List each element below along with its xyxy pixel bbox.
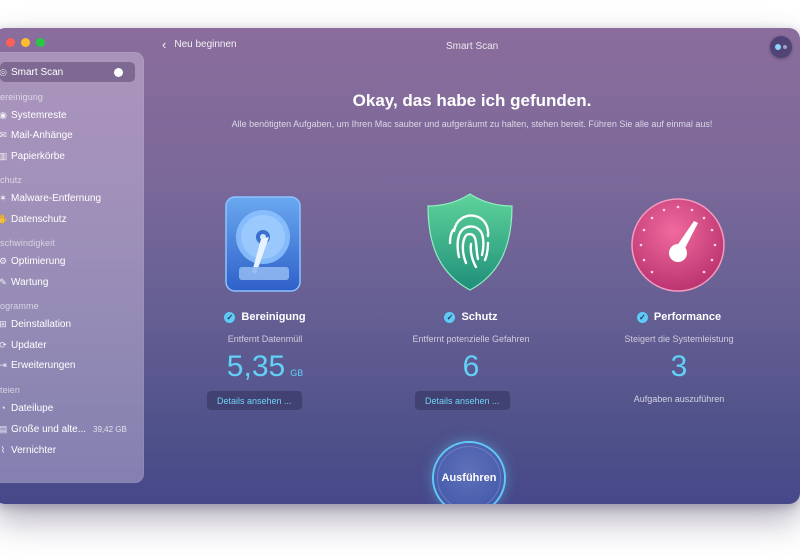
sidebar-item-deinstallation[interactable]: ⊞ Deinstallation bbox=[0, 314, 140, 334]
shield-fingerprint-icon bbox=[427, 193, 513, 291]
close-window-button[interactable] bbox=[6, 38, 15, 47]
sidebar-item-malware[interactable]: ✶ Malware-Entfernung bbox=[0, 188, 140, 208]
optimization-icon: ⚙ bbox=[0, 255, 8, 266]
sidebar-section-cleanup: ereinigung bbox=[0, 92, 44, 102]
sidebar-item-label: Mail-Anhänge bbox=[11, 129, 73, 141]
maintenance-icon: ✎ bbox=[0, 276, 7, 287]
card-value-unit: GB bbox=[290, 368, 304, 378]
hard-drive-icon bbox=[225, 196, 301, 292]
sidebar-item-erweiterungen[interactable]: ⇥ Erweiterungen bbox=[0, 355, 140, 375]
card-title: ✓ Schutz bbox=[371, 311, 571, 323]
run-button[interactable]: Ausführen bbox=[434, 443, 504, 504]
sidebar-item-datenschutz[interactable]: ✋ Datenschutz bbox=[0, 209, 140, 229]
sidebar-item-papierkoerbe[interactable]: ▥ Papierkörbe bbox=[0, 146, 140, 166]
folder-icon: ▤ bbox=[0, 423, 8, 434]
sidebar-item-label: Papierkörbe bbox=[11, 150, 65, 162]
card-value-number: 5,35 bbox=[226, 350, 286, 383]
sidebar-item-label: Wartung bbox=[11, 276, 49, 288]
malware-icon: ✶ bbox=[0, 192, 7, 203]
card-performance: ✓ Performance Steigert die Systemleistun… bbox=[579, 28, 779, 428]
sidebar-item-updater[interactable]: ⟳ Updater bbox=[0, 335, 140, 355]
sidebar-item-label: Systemreste bbox=[11, 109, 67, 121]
sidebar-item-label: Deinstallation bbox=[11, 318, 72, 330]
sidebar-item-smart-scan[interactable]: ◎ Smart Scan bbox=[0, 62, 135, 82]
speedometer-icon bbox=[631, 198, 725, 292]
sidebar-item-mail-anhaenge[interactable]: ✉ Mail-Anhänge bbox=[0, 125, 140, 145]
sidebar-item-label: Große und alte... bbox=[11, 423, 87, 435]
updater-icon: ⟳ bbox=[0, 339, 7, 350]
sidebar-item-label: Vernichter bbox=[11, 444, 57, 456]
sidebar-item-label: Updater bbox=[11, 339, 47, 351]
file-size-badge: 39,42 GB bbox=[93, 424, 127, 434]
extensions-icon: ⇥ bbox=[0, 359, 7, 370]
card-title: ✓ Performance bbox=[579, 311, 779, 323]
sidebar-item-label: Erweiterungen bbox=[11, 359, 76, 371]
sidebar-item-wartung[interactable]: ✎ Wartung bbox=[0, 272, 140, 292]
uninstaller-icon: ⊞ bbox=[0, 318, 7, 329]
card-value: 5,35 GB bbox=[165, 350, 365, 384]
check-icon: ✓ bbox=[224, 311, 236, 323]
sidebar-item-label: Smart Scan bbox=[11, 66, 64, 78]
card-title-text: Bereinigung bbox=[241, 311, 306, 323]
card-subtitle: Entfernt Datenmüll bbox=[227, 334, 303, 344]
sidebar-item-optimierung[interactable]: ⚙ Optimierung bbox=[0, 251, 140, 271]
app-window: ◎ Smart Scan ereinigung ◉ Systemreste ✉ … bbox=[0, 28, 800, 504]
sidebar-item-label: Malware-Entfernung bbox=[11, 192, 102, 204]
sidebar-item-label: Datenschutz bbox=[11, 213, 67, 225]
shredder-icon: ⌇ bbox=[0, 444, 6, 455]
card-title-text: Performance bbox=[653, 311, 722, 323]
trash-icon: ▥ bbox=[0, 150, 8, 161]
smart-scan-icon: ◎ bbox=[0, 66, 7, 77]
space-lens-icon: ◔ bbox=[0, 403, 6, 413]
card-cleanup: ✓ Bereinigung Entfernt Datenmüll 5,35 GB … bbox=[165, 28, 365, 428]
zoom-window-button[interactable] bbox=[36, 38, 45, 47]
system-junk-icon: ◉ bbox=[0, 109, 7, 120]
card-title: ✓ Bereinigung bbox=[165, 311, 365, 323]
sidebar-section-apps: ogramme bbox=[0, 301, 39, 311]
card-subtitle: Steigert die Systemleistung bbox=[624, 334, 734, 344]
sidebar: ◎ Smart Scan ereinigung ◉ Systemreste ✉ … bbox=[0, 52, 144, 483]
sidebar-section-files: teien bbox=[0, 385, 21, 395]
sidebar-item-systemreste[interactable]: ◉ Systemreste bbox=[0, 105, 140, 125]
check-icon: ✓ bbox=[444, 311, 456, 323]
check-icon: ✓ bbox=[636, 311, 648, 323]
card-title-text: Schutz bbox=[461, 311, 498, 323]
run-button-ring bbox=[437, 446, 501, 504]
sidebar-item-dateilupe[interactable]: ◔ Dateilupe bbox=[0, 398, 140, 418]
minimize-window-button[interactable] bbox=[21, 38, 30, 47]
card-value: 6 bbox=[462, 350, 480, 383]
sidebar-section-speed: schwindigkeit bbox=[0, 238, 55, 248]
details-button-protection[interactable]: Details ansehen ... bbox=[415, 391, 510, 410]
privacy-icon: ✋ bbox=[0, 213, 9, 224]
sidebar-item-large-old-files[interactable]: ▤ Große und alte... 39,42 GB bbox=[0, 419, 140, 439]
sidebar-section-protection: chutz bbox=[0, 175, 23, 185]
card-note: Aufgaben auszuführen bbox=[633, 394, 725, 404]
sidebar-item-label: Dateilupe bbox=[11, 402, 54, 414]
details-button-cleanup[interactable]: Details ansehen ... bbox=[207, 391, 302, 410]
card-value: 3 bbox=[670, 350, 688, 383]
sidebar-item-label: Optimierung bbox=[11, 255, 66, 267]
status-indicator bbox=[114, 68, 123, 77]
card-protection: ✓ Schutz Entfernt potenzielle Gefahren 6… bbox=[371, 28, 571, 428]
mail-icon: ✉ bbox=[0, 129, 7, 140]
sidebar-item-vernichter[interactable]: ⌇ Vernichter bbox=[0, 440, 140, 460]
card-subtitle: Entfernt potenzielle Gefahren bbox=[412, 334, 530, 344]
